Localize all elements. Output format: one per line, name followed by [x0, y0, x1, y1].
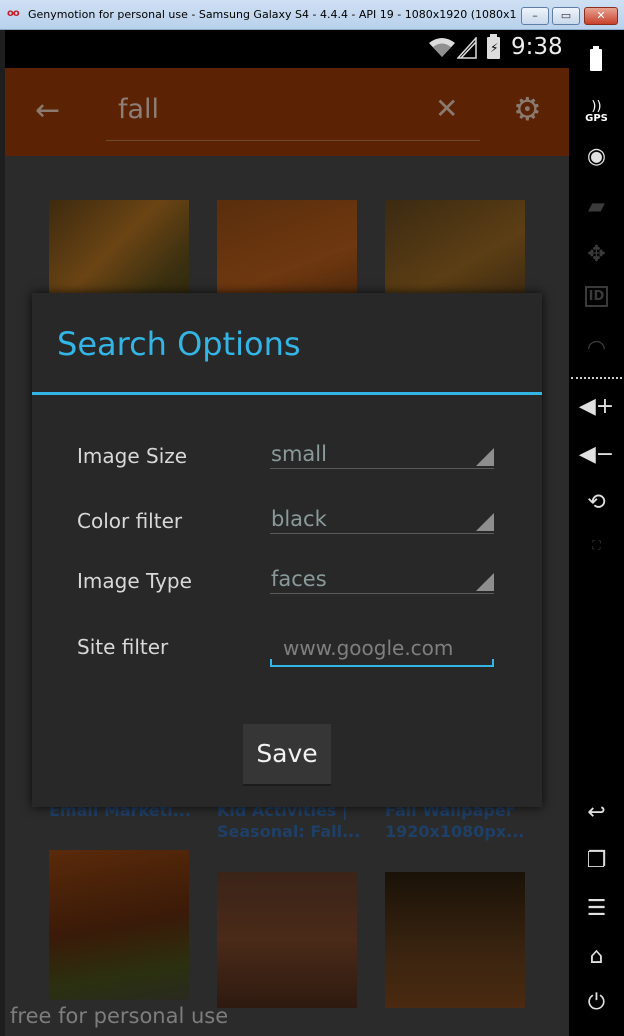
menu-icon[interactable]: ☰	[569, 896, 624, 921]
clapperboard-icon: ▰	[588, 194, 605, 219]
search-options-dialog: Search Options Image Size small Color fi…	[32, 293, 542, 807]
dropdown-arrow-icon	[476, 448, 494, 466]
battery-charging-icon: ⚡	[487, 34, 500, 59]
dropdown-arrow-icon	[476, 513, 494, 531]
rotate-icon[interactable]: ⟲	[569, 490, 624, 515]
image-type-label: Image Type	[77, 569, 192, 593]
battery-icon[interactable]	[590, 46, 602, 71]
dpad-icon: ✥	[587, 242, 606, 267]
rss-icon: ◠	[586, 336, 607, 361]
search-query: fall	[118, 94, 160, 125]
id-icon: ID	[569, 286, 624, 307]
window-title-bar: oo Genymotion for personal use - Samsung…	[0, 0, 624, 30]
power-icon[interactable]: ⏻	[569, 990, 624, 1015]
volume-up-icon[interactable]: ◀+	[569, 394, 624, 419]
image-size-label: Image Size	[77, 444, 188, 468]
home-icon[interactable]: ⌂	[569, 944, 624, 969]
site-filter-input[interactable]: www.google.com	[270, 633, 494, 667]
recent-apps-icon[interactable]: ❐	[569, 848, 624, 873]
save-button[interactable]: Save	[243, 724, 331, 786]
result-thumbnail[interactable]	[385, 872, 525, 1008]
dialog-title: Search Options	[57, 325, 301, 363]
genymotion-logo-icon: oo	[7, 8, 20, 19]
dialog-divider	[32, 392, 542, 395]
image-size-spinner[interactable]: small	[270, 442, 494, 469]
image-type-spinner[interactable]: faces	[270, 567, 494, 594]
status-bar: ⚡ 9:38	[5, 30, 569, 68]
color-filter-spinner[interactable]: black	[270, 507, 494, 534]
minimize-button[interactable]: –	[521, 7, 549, 25]
sidebar-divider	[571, 377, 622, 379]
camera-icon[interactable]: ◉	[569, 144, 624, 169]
clear-search-icon[interactable]: ✕	[435, 92, 458, 125]
maximize-button[interactable]: ▭	[552, 7, 580, 25]
watermark: free for personal use	[10, 1004, 229, 1028]
settings-gear-icon[interactable]: ⚙	[513, 90, 542, 128]
emulator-sidebar: )) GPS ◉ ▰ ✥ ID ◠ ◀+ ◀− ⟲ ⛶ ↩ ❐ ☰ ⌂ ⏻	[569, 30, 624, 1036]
back-icon[interactable]: ↩	[569, 800, 624, 825]
clock: 9:38	[511, 34, 563, 60]
dropdown-arrow-icon	[476, 573, 494, 591]
scale-icon: ⛶	[592, 538, 601, 552]
back-arrow-icon[interactable]: ←	[35, 96, 65, 126]
result-thumbnail[interactable]	[49, 850, 189, 1000]
signal-icon	[457, 37, 477, 59]
close-window-button[interactable]: ✕	[584, 7, 618, 25]
site-filter-label: Site filter	[77, 635, 169, 659]
search-field[interactable]: fall	[106, 94, 480, 141]
android-screen: ⚡ 9:38 ← fall ✕ ⚙ Email Marketi... Kid A…	[5, 30, 569, 1036]
color-filter-label: Color filter	[77, 509, 183, 533]
gps-icon[interactable]: )) GPS	[569, 100, 624, 124]
window-title: Genymotion for personal use - Samsung Ga…	[28, 8, 516, 21]
site-filter-placeholder: www.google.com	[283, 636, 454, 660]
wifi-icon	[429, 38, 455, 57]
volume-down-icon[interactable]: ◀−	[569, 442, 624, 467]
action-bar: ← fall ✕ ⚙	[5, 68, 569, 156]
result-thumbnail[interactable]	[217, 872, 357, 1008]
